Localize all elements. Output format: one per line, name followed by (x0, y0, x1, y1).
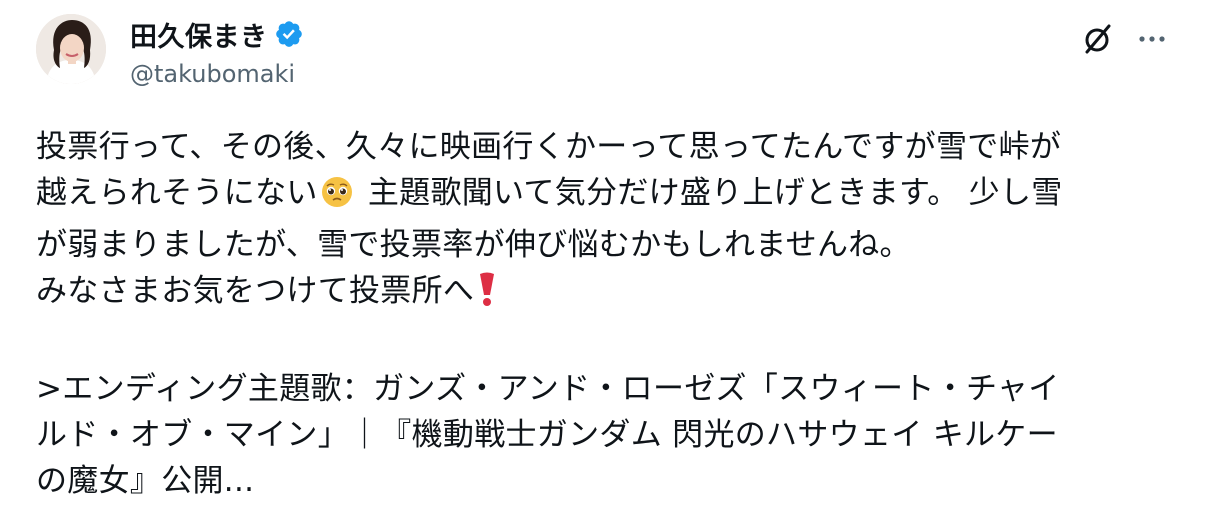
grok-icon[interactable] (1081, 22, 1115, 56)
post-line: 投票行って、その後、久々に映画行くかーって思ってたんですが雪で峠が (36, 129, 1062, 165)
post-line: ルド・オブ・マイン」｜『機動戦士ガンダム 閃光のハサウェイ キルケー (36, 417, 1058, 453)
post-line: 越えられそうにない 主題歌聞いて気分だけ盛り上げときます。 少し雪 (36, 170, 1196, 222)
pleading-face-emoji-icon (320, 175, 354, 222)
red-exclamation-emoji-icon (476, 271, 498, 320)
more-icon[interactable] (1135, 22, 1169, 56)
author-info: 田久保まき @takubomaki (130, 14, 304, 88)
post-text: 投票行って、その後、久々に映画行くかーって思ってたんですが雪で峠が 越えられそう… (36, 124, 1196, 504)
avatar[interactable] (36, 14, 106, 84)
post-line: が弱まりましたが、雪で投票率が伸び悩むかもしれませんね。 (36, 227, 911, 263)
post-line: みなさまお気をつけて投票所へ (36, 268, 1196, 320)
post-line-text: みなさまお気をつけて投票所へ (36, 273, 475, 309)
header-actions (1081, 22, 1169, 56)
post-line: >エンディング主題歌：ガンズ・アンド・ローゼズ「スウィート・チャイ (36, 371, 1060, 407)
post-card: 田久保まき @takubomaki 投票行って、その後、久々に映画行くかーって思… (0, 0, 1229, 526)
avatar-image (36, 14, 106, 84)
handle[interactable]: @takubomaki (130, 60, 304, 88)
post-line-text: 主題歌聞いて気分だけ盛り上げときます。 少し雪 (357, 175, 1063, 211)
name-row: 田久保まき (130, 14, 304, 54)
verified-badge-icon[interactable] (274, 19, 304, 49)
post-line-text: 越えられそうにない (36, 175, 318, 211)
post-line-truncated[interactable]: の魔女』公開... (36, 458, 1196, 504)
display-name[interactable]: 田久保まき (130, 15, 268, 54)
